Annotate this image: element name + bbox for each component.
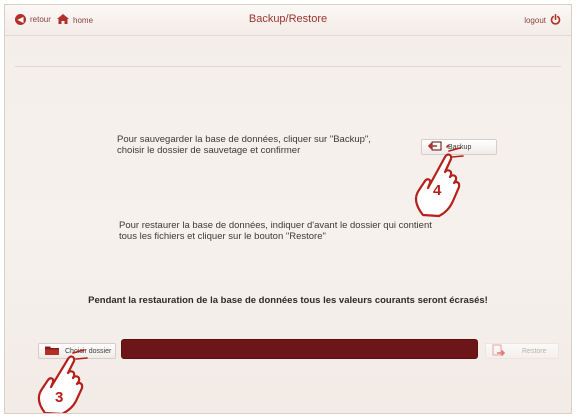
backup-instruction-line-1: Pour sauvegarder la base de données, cli… <box>117 134 371 145</box>
backup-instruction-line-2: choisir le dossier de sauvetage et confi… <box>117 145 301 156</box>
restore-button[interactable]: Restore <box>485 343 559 359</box>
page-title: Backup/Restore <box>248 13 328 25</box>
hand-pointer-icon <box>414 140 464 218</box>
overwrite-warning: Pendant la restauration de la base de do… <box>88 295 488 306</box>
power-icon <box>550 14 561 27</box>
logout-link[interactable]: logout <box>524 14 561 27</box>
logout-label: logout <box>524 16 546 25</box>
hand-pointer-icon <box>37 349 88 413</box>
app-window: ◀ retour home Backup/Restore logout Pour <box>4 4 572 414</box>
step-4-number: 4 <box>433 182 442 199</box>
folder-path-field[interactable] <box>121 339 478 359</box>
restore-instruction-line-2: tous les fichiers et cliquer sur le bout… <box>119 231 326 242</box>
step-3-annotation: 3 <box>33 349 113 413</box>
divider <box>15 66 561 67</box>
top-bar: ◀ retour home Backup/Restore logout <box>5 5 571 36</box>
backup-instruction: Pour sauvegarder la base de données, cli… <box>117 134 417 156</box>
step-3-number: 3 <box>55 389 64 406</box>
restore-icon <box>492 344 506 359</box>
step-4-annotation: 4 <box>405 140 485 225</box>
restore-button-label: Restore <box>522 347 547 355</box>
